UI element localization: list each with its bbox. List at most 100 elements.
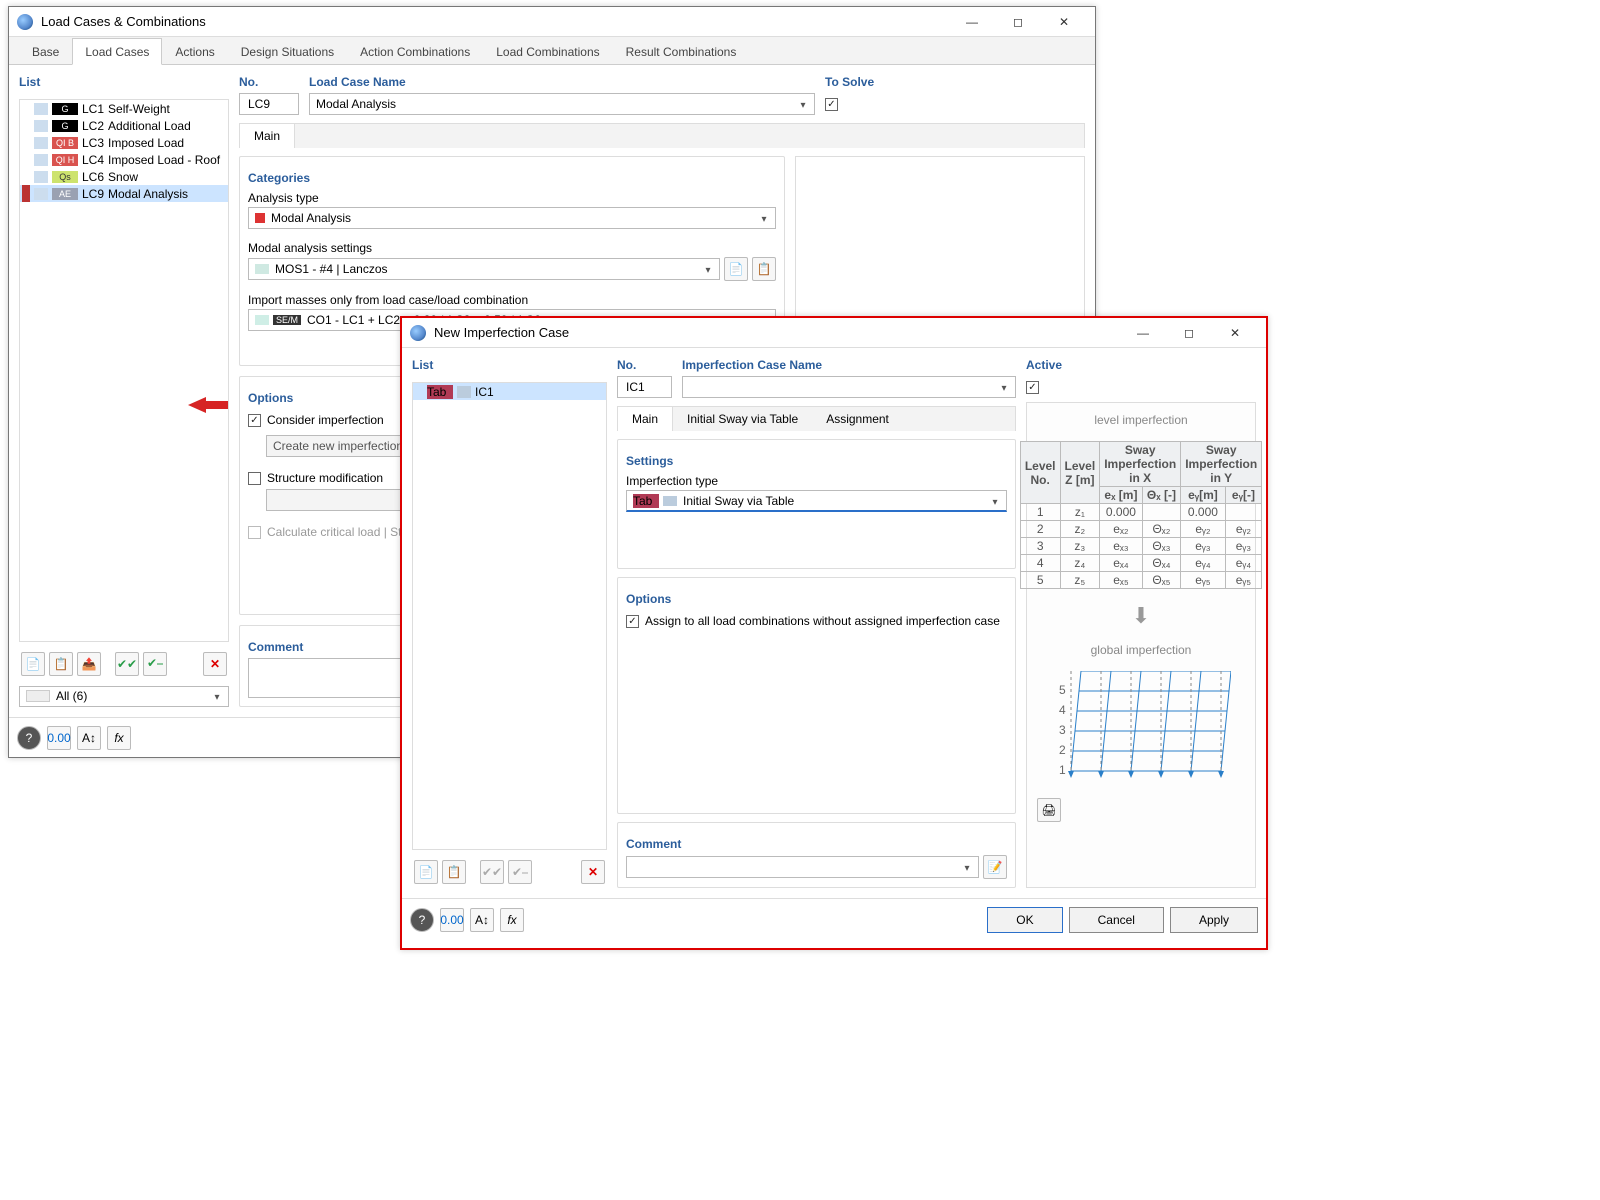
units-button[interactable]: 0.00 <box>440 908 464 932</box>
no-field[interactable] <box>617 376 672 398</box>
filter-dropdown[interactable]: All (6) <box>19 686 229 707</box>
copy-item-button[interactable]: 📋 <box>442 860 466 884</box>
subtabs: Main <box>239 123 1085 148</box>
analysis-type-dropdown[interactable]: Modal Analysis <box>248 207 776 229</box>
no-field[interactable] <box>239 93 299 115</box>
maximize-button[interactable]: ◻ <box>1166 319 1212 347</box>
list-label: List <box>19 75 229 89</box>
units-button[interactable]: 0.00 <box>47 726 71 750</box>
tab-actions[interactable]: Actions <box>162 38 227 65</box>
name-value: Modal Analysis <box>316 97 396 111</box>
help-button[interactable]: ? <box>17 726 41 750</box>
comment-label: Comment <box>626 837 1007 851</box>
svg-text:1: 1 <box>1059 763 1066 777</box>
critical-load-checkbox <box>248 526 261 539</box>
check-all-button[interactable]: ✔✔ <box>115 652 139 676</box>
uncheck-all-button[interactable]: ✔⎯ <box>143 652 167 676</box>
delete-button[interactable]: ✕ <box>581 860 605 884</box>
preview-title-2: global imperfection <box>1091 643 1192 657</box>
annotation-arrow <box>188 395 228 418</box>
new-settings-button[interactable]: 📄 <box>724 257 748 281</box>
ic-footer: ? 0.00 A↕ fx OK Cancel Apply <box>402 898 1266 941</box>
window-title: New Imperfection Case <box>434 325 1120 340</box>
active-checkbox[interactable]: ✓ <box>1026 381 1039 394</box>
subtab-initial-sway[interactable]: Initial Sway via Table <box>673 407 812 431</box>
analysis-type-value: Modal Analysis <box>271 211 351 225</box>
no-label: No. <box>239 75 299 89</box>
tosolve-checkbox[interactable]: ✓ <box>825 98 838 111</box>
comment-edit-button[interactable]: 📝 <box>983 855 1007 879</box>
check-all-button[interactable]: ✔✔ <box>480 860 504 884</box>
comment-field[interactable] <box>626 856 979 878</box>
ic-list[interactable]: Tab IC1 <box>412 382 607 850</box>
preview-settings-button[interactable]: 🖨 <box>1037 798 1061 822</box>
ic-tag: Tab <box>427 385 453 399</box>
subtab-main[interactable]: Main <box>240 124 295 148</box>
subtab-main[interactable]: Main <box>618 407 673 431</box>
close-button[interactable]: ✕ <box>1212 319 1258 347</box>
ok-button[interactable]: OK <box>987 907 1062 933</box>
list-item[interactable]: G LC1Self-Weight <box>20 100 228 117</box>
options-label: Options <box>626 592 1007 606</box>
modal-settings-dropdown[interactable]: MOS1 - #4 | Lanczos <box>248 258 720 280</box>
ic-sidebar: List Tab IC1 📄 📋 ✔✔ ✔⎯ ✕ <box>412 358 607 888</box>
uncheck-all-button[interactable]: ✔⎯ <box>508 860 532 884</box>
subtab-assignment[interactable]: Assignment <box>812 407 903 431</box>
structure-modification-checkbox[interactable] <box>248 472 261 485</box>
assign-all-checkbox[interactable]: ✓ <box>626 615 639 628</box>
list-item[interactable]: Tab IC1 <box>413 383 606 400</box>
name-field[interactable] <box>682 376 1016 398</box>
ic-right: Active ✓ level imperfection LevelNo.Leve… <box>1026 358 1256 888</box>
sidebar: List G LC1Self-Weight G LC2Additional Lo… <box>19 75 229 707</box>
close-button[interactable]: ✕ <box>1041 8 1087 36</box>
cancel-button[interactable]: Cancel <box>1069 907 1164 933</box>
formula-button[interactable]: fx <box>500 908 524 932</box>
maximize-button[interactable]: ◻ <box>995 8 1041 36</box>
svg-text:3: 3 <box>1059 723 1066 737</box>
formula-button[interactable]: fx <box>107 726 131 750</box>
imperfection-type-value: Initial Sway via Table <box>683 494 794 508</box>
minimize-button[interactable]: — <box>1120 319 1166 347</box>
list-item[interactable]: AE LC9Modal Analysis <box>20 185 228 202</box>
apply-button[interactable]: Apply <box>1170 907 1258 933</box>
preview-pane: level imperfection LevelNo.LevelZ [m]Swa… <box>1026 402 1256 888</box>
name-label: Imperfection Case Name <box>682 358 1016 372</box>
main-tabs: Base Load Cases Actions Design Situation… <box>9 37 1095 65</box>
new-item-button[interactable]: 📄 <box>21 652 45 676</box>
list-item[interactable]: G LC2Additional Load <box>20 117 228 134</box>
list-item[interactable]: QI B LC3Imposed Load <box>20 134 228 151</box>
tab-design-situations[interactable]: Design Situations <box>228 38 347 65</box>
new-item-button[interactable]: 📄 <box>414 860 438 884</box>
settings-button[interactable]: 📋 <box>752 257 776 281</box>
export-button[interactable]: 📤 <box>77 652 101 676</box>
delete-button[interactable]: ✕ <box>203 652 227 676</box>
window-new-imperfection: New Imperfection Case — ◻ ✕ List Tab IC1… <box>400 316 1268 950</box>
ic-subtabs: Main Initial Sway via Table Assignment <box>617 406 1016 431</box>
imperfection-type-label: Imperfection type <box>626 474 1007 488</box>
app-icon <box>410 325 426 341</box>
imperfection-type-dropdown[interactable]: Tab Initial Sway via Table <box>626 490 1007 512</box>
minimize-button[interactable]: — <box>949 8 995 36</box>
no-label: No. <box>617 358 672 372</box>
analysis-type-label: Analysis type <box>248 191 776 205</box>
tab-result-combinations[interactable]: Result Combinations <box>613 38 750 65</box>
name-field[interactable]: Modal Analysis <box>309 93 815 115</box>
list-item[interactable]: Qs LC6Snow <box>20 168 228 185</box>
list-item[interactable]: QI H LC4Imposed Load - Roof <box>20 151 228 168</box>
load-case-list[interactable]: G LC1Self-Weight G LC2Additional Load QI… <box>19 99 229 642</box>
tab-load-combinations[interactable]: Load Combinations <box>483 38 612 65</box>
preview-title-1: level imperfection <box>1094 413 1187 427</box>
tab-load-cases[interactable]: Load Cases <box>72 38 162 65</box>
svg-text:2: 2 <box>1059 743 1066 757</box>
label-button[interactable]: A↕ <box>470 908 494 932</box>
tab-base[interactable]: Base <box>19 38 72 65</box>
help-button[interactable]: ? <box>410 908 434 932</box>
modal-settings-value: MOS1 - #4 | Lanczos <box>275 262 388 276</box>
modal-settings-label: Modal analysis settings <box>248 241 776 255</box>
consider-imperfection-checkbox[interactable]: ✓ <box>248 414 261 427</box>
tab-action-combinations[interactable]: Action Combinations <box>347 38 483 65</box>
settings-group: Settings Imperfection type Tab Initial S… <box>617 439 1016 569</box>
label-button[interactable]: A↕ <box>77 726 101 750</box>
copy-item-button[interactable]: 📋 <box>49 652 73 676</box>
active-label: Active <box>1026 358 1256 372</box>
